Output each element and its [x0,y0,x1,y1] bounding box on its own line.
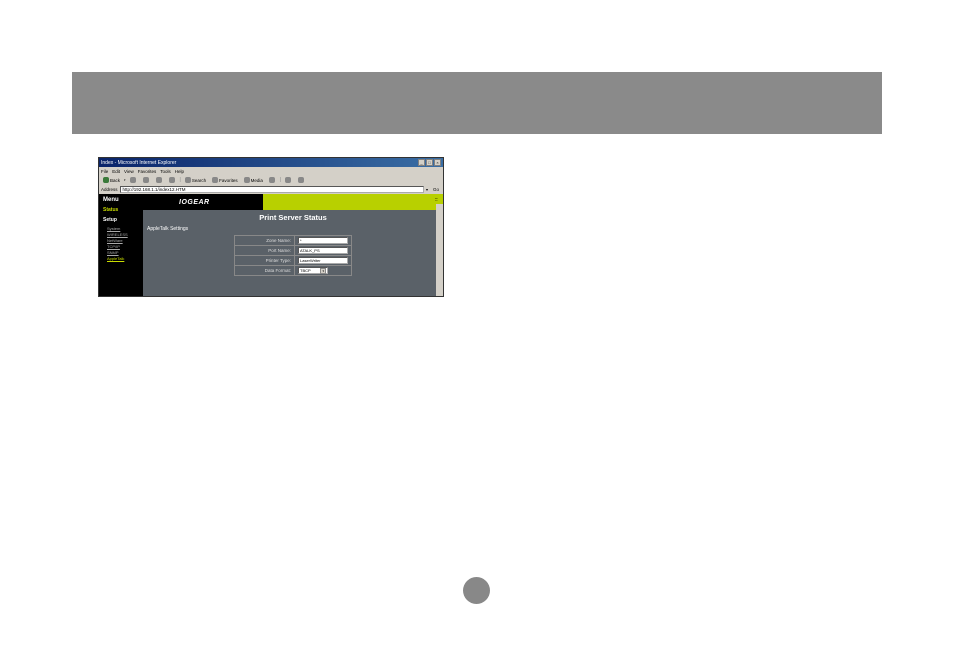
chevron-down-icon: ▾ [320,268,326,274]
row-label: Printer Type: [235,256,295,266]
address-input[interactable]: http://192.168.1.1/index12.HTM [120,186,424,193]
printer-type-input[interactable]: LaserWriter [298,257,348,264]
address-bar: Address http://192.168.1.1/index12.HTM ▾… [99,185,443,194]
settings-table: Zone Name: * Port Name: ATALK_PS Printer… [234,235,352,276]
data-format-select[interactable]: TBCP ▾ [298,267,328,274]
back-icon [103,177,109,183]
page-heading: Print Server Status [143,210,443,225]
refresh-button[interactable] [154,176,165,184]
go-button[interactable]: Go [430,187,441,192]
forward-button[interactable] [128,176,139,184]
address-dropdown-icon[interactable]: ▾ [426,187,428,192]
table-row: Port Name: ATALK_PS [235,246,352,256]
print-icon [298,177,304,183]
separator: | [280,177,281,183]
window-title: Index - Microsoft Internet Explorer [101,160,176,166]
table-row: Printer Type: LaserWriter [235,256,352,266]
refresh-icon [156,177,162,183]
row-label: Zone Name: [235,236,295,246]
menu-view[interactable]: View [124,169,134,174]
toolbar: Back ▾ | Search Favorites Media [99,175,443,185]
sidebar-item-appletalk[interactable]: AppleTalk [103,255,139,261]
section-label: AppleTalk Settings [143,225,443,233]
maximize-button[interactable]: □ [426,159,433,166]
zone-name-input[interactable]: * [298,237,348,244]
sidebar: Menu Status Setup System WIRELESS NetWar… [99,194,143,296]
menu-tools[interactable]: Tools [160,169,171,174]
stop-icon [143,177,149,183]
forward-icon [130,177,136,183]
favorites-button[interactable]: Favorites [210,176,240,184]
logo-text: IOGEAR [179,199,210,206]
stop-button[interactable] [141,176,152,184]
mail-button[interactable] [283,176,294,184]
port-name-input[interactable]: ATALK_PS [298,247,348,254]
window-buttons: _ □ × [418,159,441,166]
main-panel: IOGEAR :::::: Print Server Status AppleT… [143,194,443,296]
minimize-button[interactable]: _ [418,159,425,166]
table-row: Zone Name: * [235,236,352,246]
home-icon [169,177,175,183]
menu-bar: File Edit View Favorites Tools Help [99,167,443,175]
home-button[interactable] [167,176,178,184]
vertical-scrollbar[interactable] [436,204,443,296]
row-label: Data Format: [235,266,295,276]
row-label: Port Name: [235,246,295,256]
back-button[interactable]: Back [101,176,122,184]
browser-window: Index - Microsoft Internet Explorer _ □ … [98,157,444,297]
menu-favorites[interactable]: Favorites [138,169,157,174]
menu-edit[interactable]: Edit [112,169,120,174]
window-title-bar: Index - Microsoft Internet Explorer _ □ … [99,158,443,167]
address-label: Address [101,187,118,192]
logo-bar: IOGEAR :::::: [143,194,443,210]
media-icon [244,177,250,183]
search-icon [185,177,191,183]
sidebar-menu-title: Menu [103,197,139,203]
mail-icon [285,177,291,183]
page-number-circle [463,577,490,604]
menu-file[interactable]: File [101,169,108,174]
sidebar-setup-heading: Setup [103,217,139,223]
header-gray-bar [72,72,882,134]
star-icon [212,177,218,183]
sidebar-status[interactable]: Status [103,207,139,213]
logo-dots-decoration: :::::: [435,197,437,203]
chevron-down-icon[interactable]: ▾ [124,178,126,182]
print-button[interactable] [296,176,307,184]
separator: | [180,177,181,183]
history-icon [269,177,275,183]
history-button[interactable] [267,176,278,184]
content-area: Menu Status Setup System WIRELESS NetWar… [99,194,443,296]
search-button[interactable]: Search [183,176,208,184]
menu-help[interactable]: Help [175,169,184,174]
media-button[interactable]: Media [242,176,265,184]
close-button[interactable]: × [434,159,441,166]
table-row: Data Format: TBCP ▾ [235,266,352,276]
